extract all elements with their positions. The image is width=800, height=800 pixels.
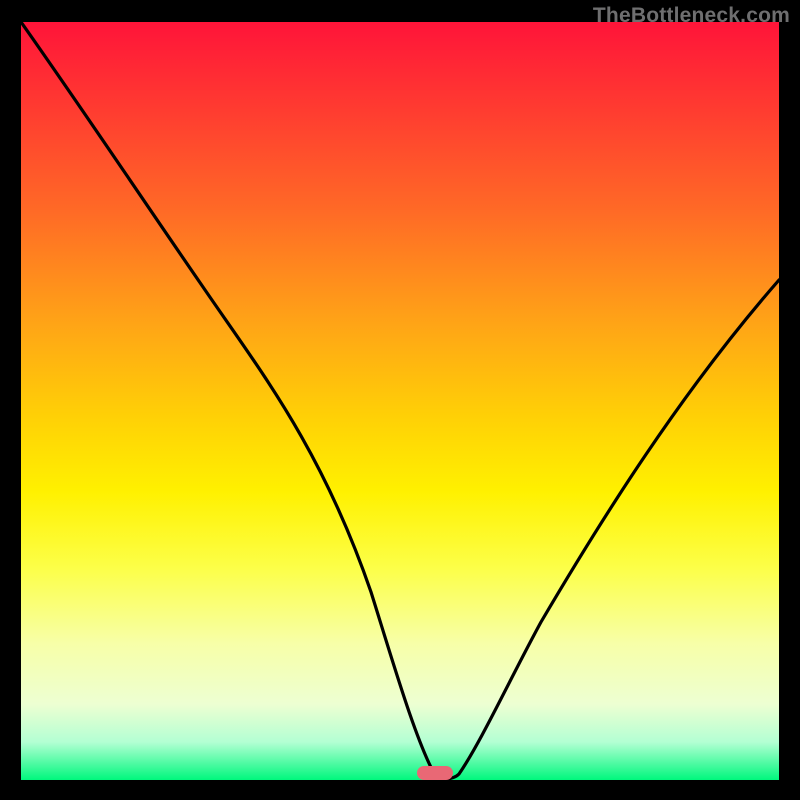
curve-path	[21, 22, 779, 779]
chart-frame: TheBottleneck.com	[0, 0, 800, 800]
bottleneck-curve	[21, 22, 779, 780]
plot-area	[21, 22, 779, 780]
optimal-marker	[417, 766, 453, 780]
watermark-text: TheBottleneck.com	[593, 4, 790, 28]
